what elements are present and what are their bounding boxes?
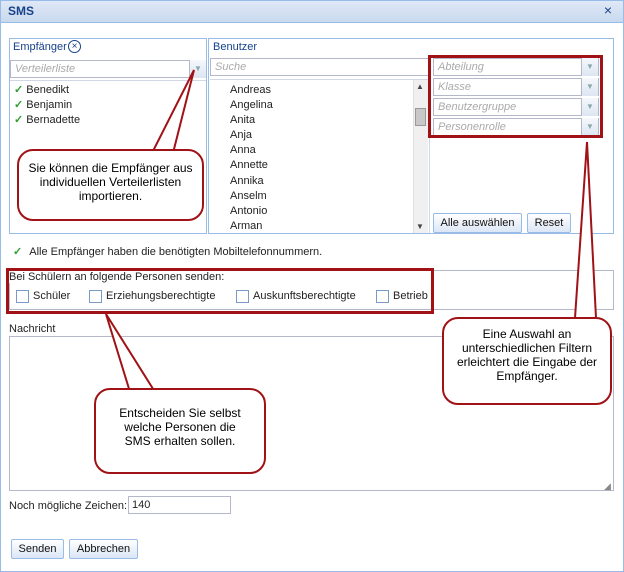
import-callout-text: Sie können die Empfänger aus individuell… xyxy=(28,161,193,203)
filters-callout-text: Eine Auswahl an unterschiedlichen Filter… xyxy=(456,327,598,383)
import-arrow xyxy=(148,69,195,158)
filters-callout: Eine Auswahl an unterschiedlichen Filter… xyxy=(442,317,612,405)
filters-arrow xyxy=(573,141,598,319)
persons-callout-text: Entscheiden Sie selbst welche Personen d… xyxy=(119,406,241,448)
annotation-arrows xyxy=(105,69,598,393)
persons-callout: Entscheiden Sie selbst welche Personen d… xyxy=(94,388,266,474)
import-callout: Sie können die Empfänger aus individuell… xyxy=(17,149,204,221)
persons-arrow xyxy=(105,313,157,393)
